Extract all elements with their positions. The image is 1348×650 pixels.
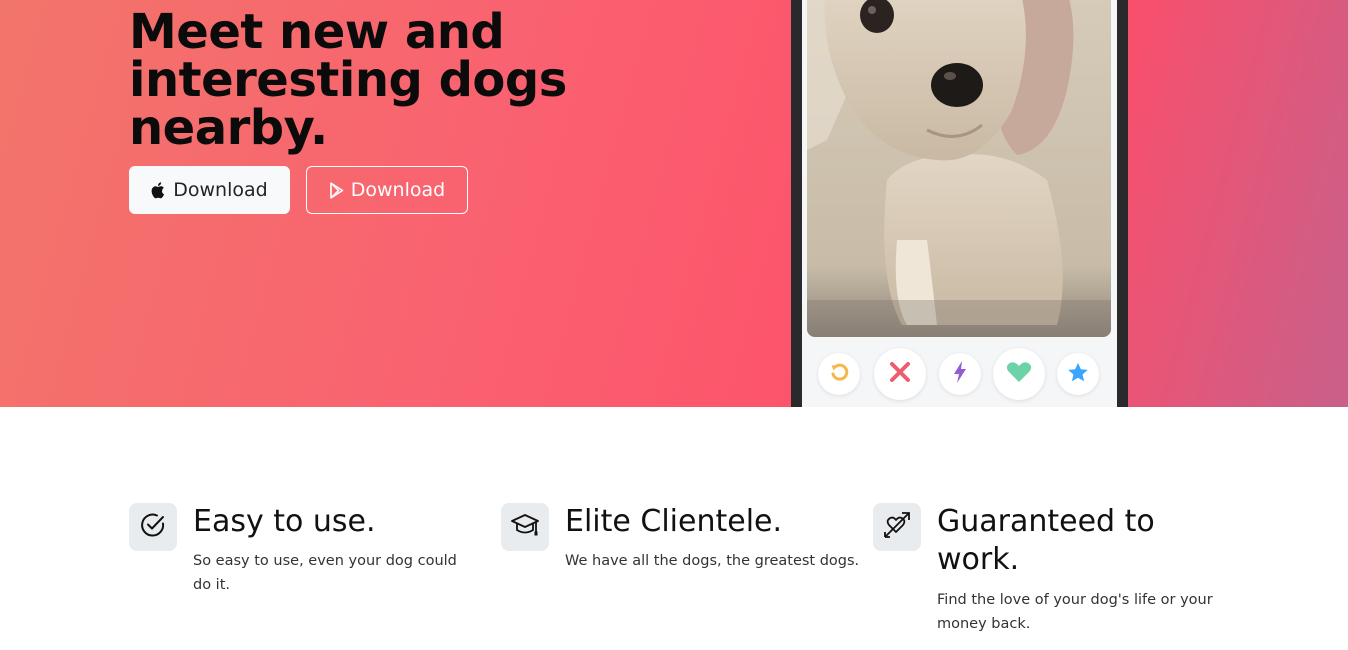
- graduation-cap-icon: [510, 511, 540, 543]
- hero-headline: Meet new and interesting dogs nearby.: [129, 4, 567, 156]
- dog-photo: [807, 0, 1111, 337]
- close-icon: [889, 361, 911, 387]
- swipe-actions-bar: [802, 346, 1117, 402]
- feature-description: Find the love of your dog's life or your…: [937, 592, 1213, 632]
- feature-description: We have all the dogs, the greatest dogs.: [565, 553, 860, 569]
- rewind-button[interactable]: [818, 353, 860, 395]
- phone-mockup: [791, 0, 1128, 407]
- like-button[interactable]: [993, 348, 1045, 400]
- hero-section: Meet new and interesting dogs nearby. Do…: [0, 0, 1348, 407]
- feature-title: Easy to use.: [193, 504, 376, 539]
- nope-button[interactable]: [874, 348, 926, 400]
- rewind-icon: [829, 362, 849, 386]
- feature-icon-tile: [129, 503, 177, 551]
- google-play-icon: [329, 181, 345, 199]
- lightning-icon: [953, 361, 967, 387]
- boost-button[interactable]: [939, 353, 981, 395]
- heart-icon: [1006, 361, 1032, 387]
- features-section: Easy to use. So easy to use, even your d…: [0, 407, 1348, 650]
- phone-screen: [802, 0, 1117, 407]
- star-icon: [1067, 362, 1089, 387]
- heart-arrow-icon: [882, 510, 912, 544]
- apple-logo-icon: [151, 181, 167, 199]
- feature-description: So easy to use, even your dog could do i…: [193, 553, 457, 593]
- feature-icon-tile: [501, 503, 549, 551]
- check-circle-icon: [139, 511, 167, 543]
- app-store-download-button[interactable]: Download: [129, 166, 290, 214]
- app-store-button-label: Download: [173, 179, 268, 201]
- google-play-button-label: Download: [350, 179, 446, 201]
- google-play-download-button[interactable]: Download: [306, 166, 468, 214]
- feature-title: Guaranteed to work.: [937, 504, 1155, 577]
- super-like-button[interactable]: [1057, 353, 1099, 395]
- feature-title: Elite Clientele.: [565, 504, 783, 539]
- feature-icon-tile: [873, 503, 921, 551]
